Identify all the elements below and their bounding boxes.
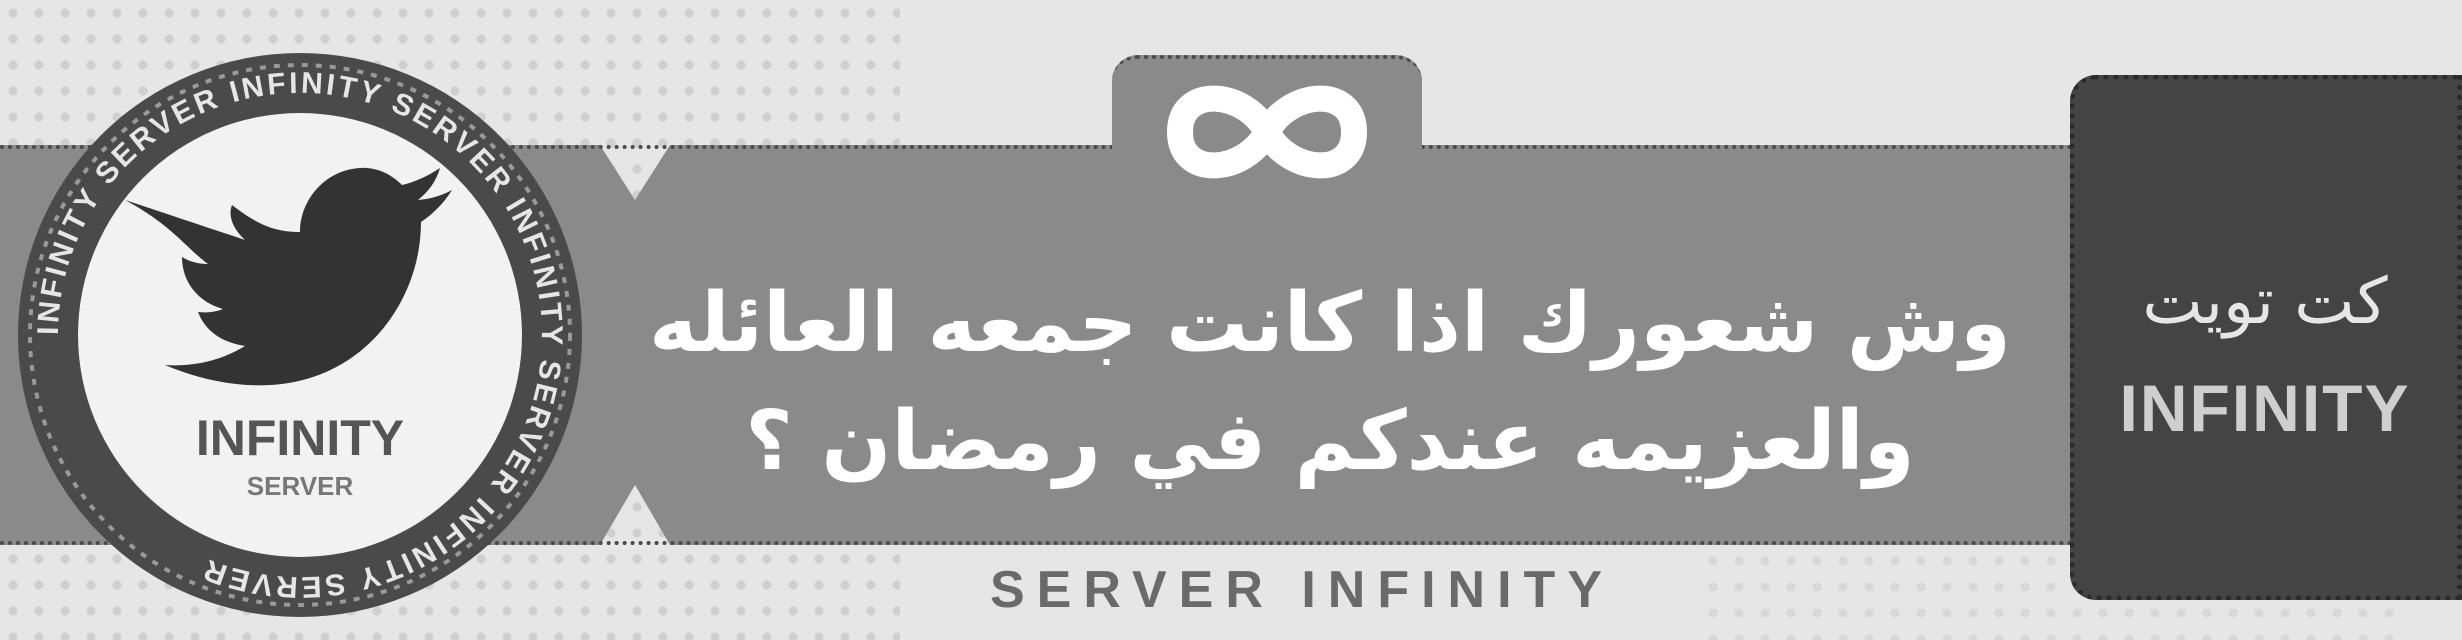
headline-line-2: والعزيمه عندكم في رمضان ؟ (745, 394, 1915, 489)
infinity-icon (1167, 85, 1367, 179)
headline-line-1: وش شعورك اذا كانت جمعه العائله (649, 276, 2011, 371)
badge-subtitle: SERVER (247, 471, 354, 501)
badge-title: INFINITY (196, 410, 404, 466)
server-badge: INFINITY SERVER INFINITY SERVER INFINITY… (18, 53, 582, 617)
cta-english-label: INFINITY (2119, 371, 2411, 445)
cta-arabic-label: كت تويت (2142, 265, 2388, 339)
footer-label: SERVER INFINITY (990, 561, 1615, 619)
headline-text: وش شعورك اذا كانت جمعه العائله والعزيمه … (620, 265, 2040, 501)
